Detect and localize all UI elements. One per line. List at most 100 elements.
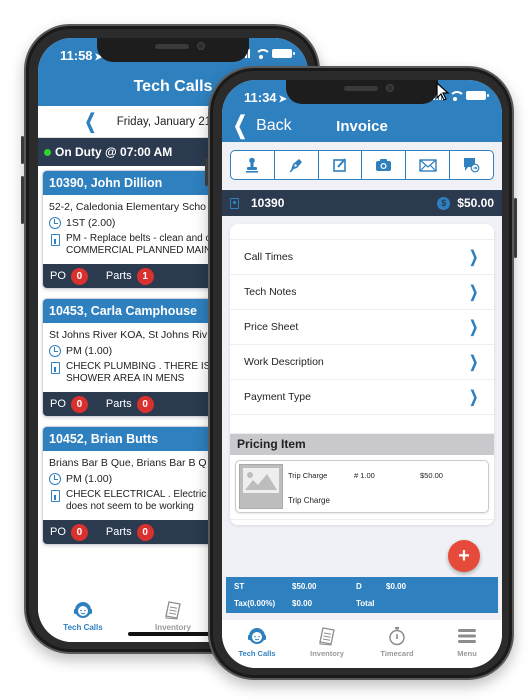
mouse-cursor-icon [436, 82, 450, 101]
po-count-badge[interactable]: 0 [70, 267, 88, 285]
clipboard-list-icon [318, 626, 336, 646]
totals-bar: ST $50.00 D $0.00 Tax(0.00%) $0.00 Total [226, 577, 498, 613]
document-info-icon [50, 362, 60, 374]
pricing-section-header: Pricing Item [230, 434, 494, 455]
pricing-item-description: Trip Charge [288, 496, 330, 505]
parts-count-badge[interactable]: 0 [136, 395, 154, 413]
menu-item-label: Payment Type [244, 391, 311, 403]
call-description-line: does not seem to be working [66, 501, 194, 512]
po-label: PO [50, 270, 66, 282]
notch [286, 80, 438, 104]
camera-button[interactable] [362, 151, 407, 179]
email-button[interactable] [406, 151, 451, 179]
status-time: 11:58 ➤ [60, 48, 103, 63]
call-description: PM - Replace belts - clean and c COMMERC… [66, 233, 211, 257]
tab-menu[interactable]: Menu [432, 626, 502, 668]
call-description-line: CHECK ELECTRICAL . Electric t [66, 489, 212, 500]
tab-tech-calls[interactable]: Tech Calls [38, 600, 128, 642]
invoice-details-card: Call Times ❯ Tech Notes ❯ Price Sheet ❯ Wor… [230, 224, 494, 525]
call-description: CHECK ELECTRICAL . Electric t does not s… [66, 489, 212, 513]
po-count-badge[interactable]: 0 [70, 523, 88, 541]
po-label: PO [50, 526, 66, 538]
call-description: CHECK PLUMBING . THERE IS SHOWER AREA IN… [66, 361, 210, 385]
stamp-icon [246, 157, 259, 173]
menu-item-call-times[interactable]: Call Times ❯ [230, 240, 494, 275]
tab-inventory[interactable]: Inventory [292, 626, 362, 668]
send-message-button[interactable] [450, 151, 493, 179]
parts-count-badge[interactable]: 0 [136, 523, 154, 541]
edit-note-icon [333, 158, 346, 172]
menu-item-label: Call Times [244, 251, 294, 263]
tab-bar: Tech Calls Inventory Timecard Menu [222, 620, 502, 668]
sign-button[interactable] [275, 151, 319, 179]
tab-label: Tech Calls [238, 649, 276, 658]
tab-timecard[interactable]: Timecard [362, 626, 432, 668]
headset-avatar-icon [247, 626, 267, 646]
tax-label: Tax(0.00%) [234, 598, 276, 608]
stamp-button[interactable] [231, 151, 275, 179]
camera-icon [376, 159, 392, 171]
tab-label: Menu [457, 649, 477, 658]
tab-label: Tech Calls [63, 623, 103, 632]
menu-item-payment-type[interactable]: Payment Type ❯ [230, 380, 494, 415]
chevron-right-icon: ❯ [468, 319, 478, 336]
side-button [205, 158, 208, 186]
menu-item-tech-notes[interactable]: Tech Notes ❯ [230, 275, 494, 310]
menu-spacer [230, 415, 494, 434]
menu-item-label: Tech Notes [244, 286, 297, 298]
clipboard-list-icon [164, 600, 182, 620]
status-time: 11:34 ➤ [244, 90, 287, 105]
battery-icon [466, 91, 489, 100]
clock-icon [49, 345, 61, 357]
power-button [514, 198, 517, 258]
invoice-screen: 11:34 ➤ ❮ Back Invoice 10390 $ $50.00 Ca… [222, 80, 502, 668]
previous-day-button[interactable]: ❮ [85, 109, 97, 134]
call-description-line: COMMERCIAL PLANNED MAIN [66, 245, 212, 256]
plus-icon: + [458, 544, 470, 567]
headset-avatar-icon [73, 600, 93, 620]
notes-button[interactable] [319, 151, 363, 179]
parts-label: Parts [105, 526, 132, 538]
pricing-item-price: $50.00 [420, 471, 443, 480]
chevron-right-icon: ❯ [468, 354, 478, 371]
current-date: Friday, January 21, [116, 115, 215, 128]
invoice-amount-group: $ $50.00 [437, 196, 494, 210]
parts-label: Parts [105, 398, 132, 410]
clock-icon [49, 473, 61, 485]
duty-status-text: On Duty @ 07:00 AM [55, 145, 173, 159]
tab-tech-calls[interactable]: Tech Calls [222, 626, 292, 668]
invoice-summary-bar: 10390 $ $50.00 [222, 190, 502, 216]
invoice-number: 10390 [251, 196, 285, 210]
document-info-icon [50, 234, 60, 246]
pricing-item[interactable]: Trip Charge # 1.00 $50.00 Trip Charge [235, 460, 489, 513]
parts-count-badge[interactable]: 1 [136, 267, 154, 285]
hamburger-menu-icon [457, 626, 477, 646]
menu-item-label: Price Sheet [244, 321, 299, 333]
tab-label: Timecard [380, 649, 414, 658]
subtotal-value: $50.00 [292, 582, 317, 591]
marketing-composite: 11:58 ➤ Tech Calls ❮ Friday, January 21, … [0, 0, 532, 700]
chevron-right-icon: ❯ [468, 249, 478, 266]
pricing-item-qty: # 1.00 [354, 471, 375, 480]
call-time: PM (1.00) [66, 473, 113, 485]
chevron-right-icon: ❯ [468, 284, 478, 301]
invoice-menu: Call Times ❯ Tech Notes ❯ Price Sheet ❯ Wor… [230, 240, 494, 415]
call-time: PM (1.00) [66, 345, 113, 357]
nav-bar: ❮ Back Invoice [222, 112, 502, 142]
total-value [386, 599, 490, 609]
action-toolbar [222, 142, 502, 190]
battery-icon [272, 49, 295, 58]
discount-label: D [356, 582, 362, 591]
parts-label: Parts [105, 270, 132, 282]
add-item-button[interactable]: + [448, 540, 480, 572]
chat-forward-icon [464, 158, 480, 173]
po-count-badge[interactable]: 0 [70, 395, 88, 413]
page-title: Invoice [336, 118, 388, 135]
chevron-right-icon: ❯ [468, 389, 478, 406]
menu-item-work-description[interactable]: Work Description ❯ [230, 345, 494, 380]
invoice-icon [230, 197, 239, 209]
pricing-item-info: Trip Charge # 1.00 $50.00 Trip Charge [283, 464, 443, 509]
clock-icon [49, 217, 61, 229]
menu-item-price-sheet[interactable]: Price Sheet ❯ [230, 310, 494, 345]
subtotal-label: ST [234, 582, 245, 591]
